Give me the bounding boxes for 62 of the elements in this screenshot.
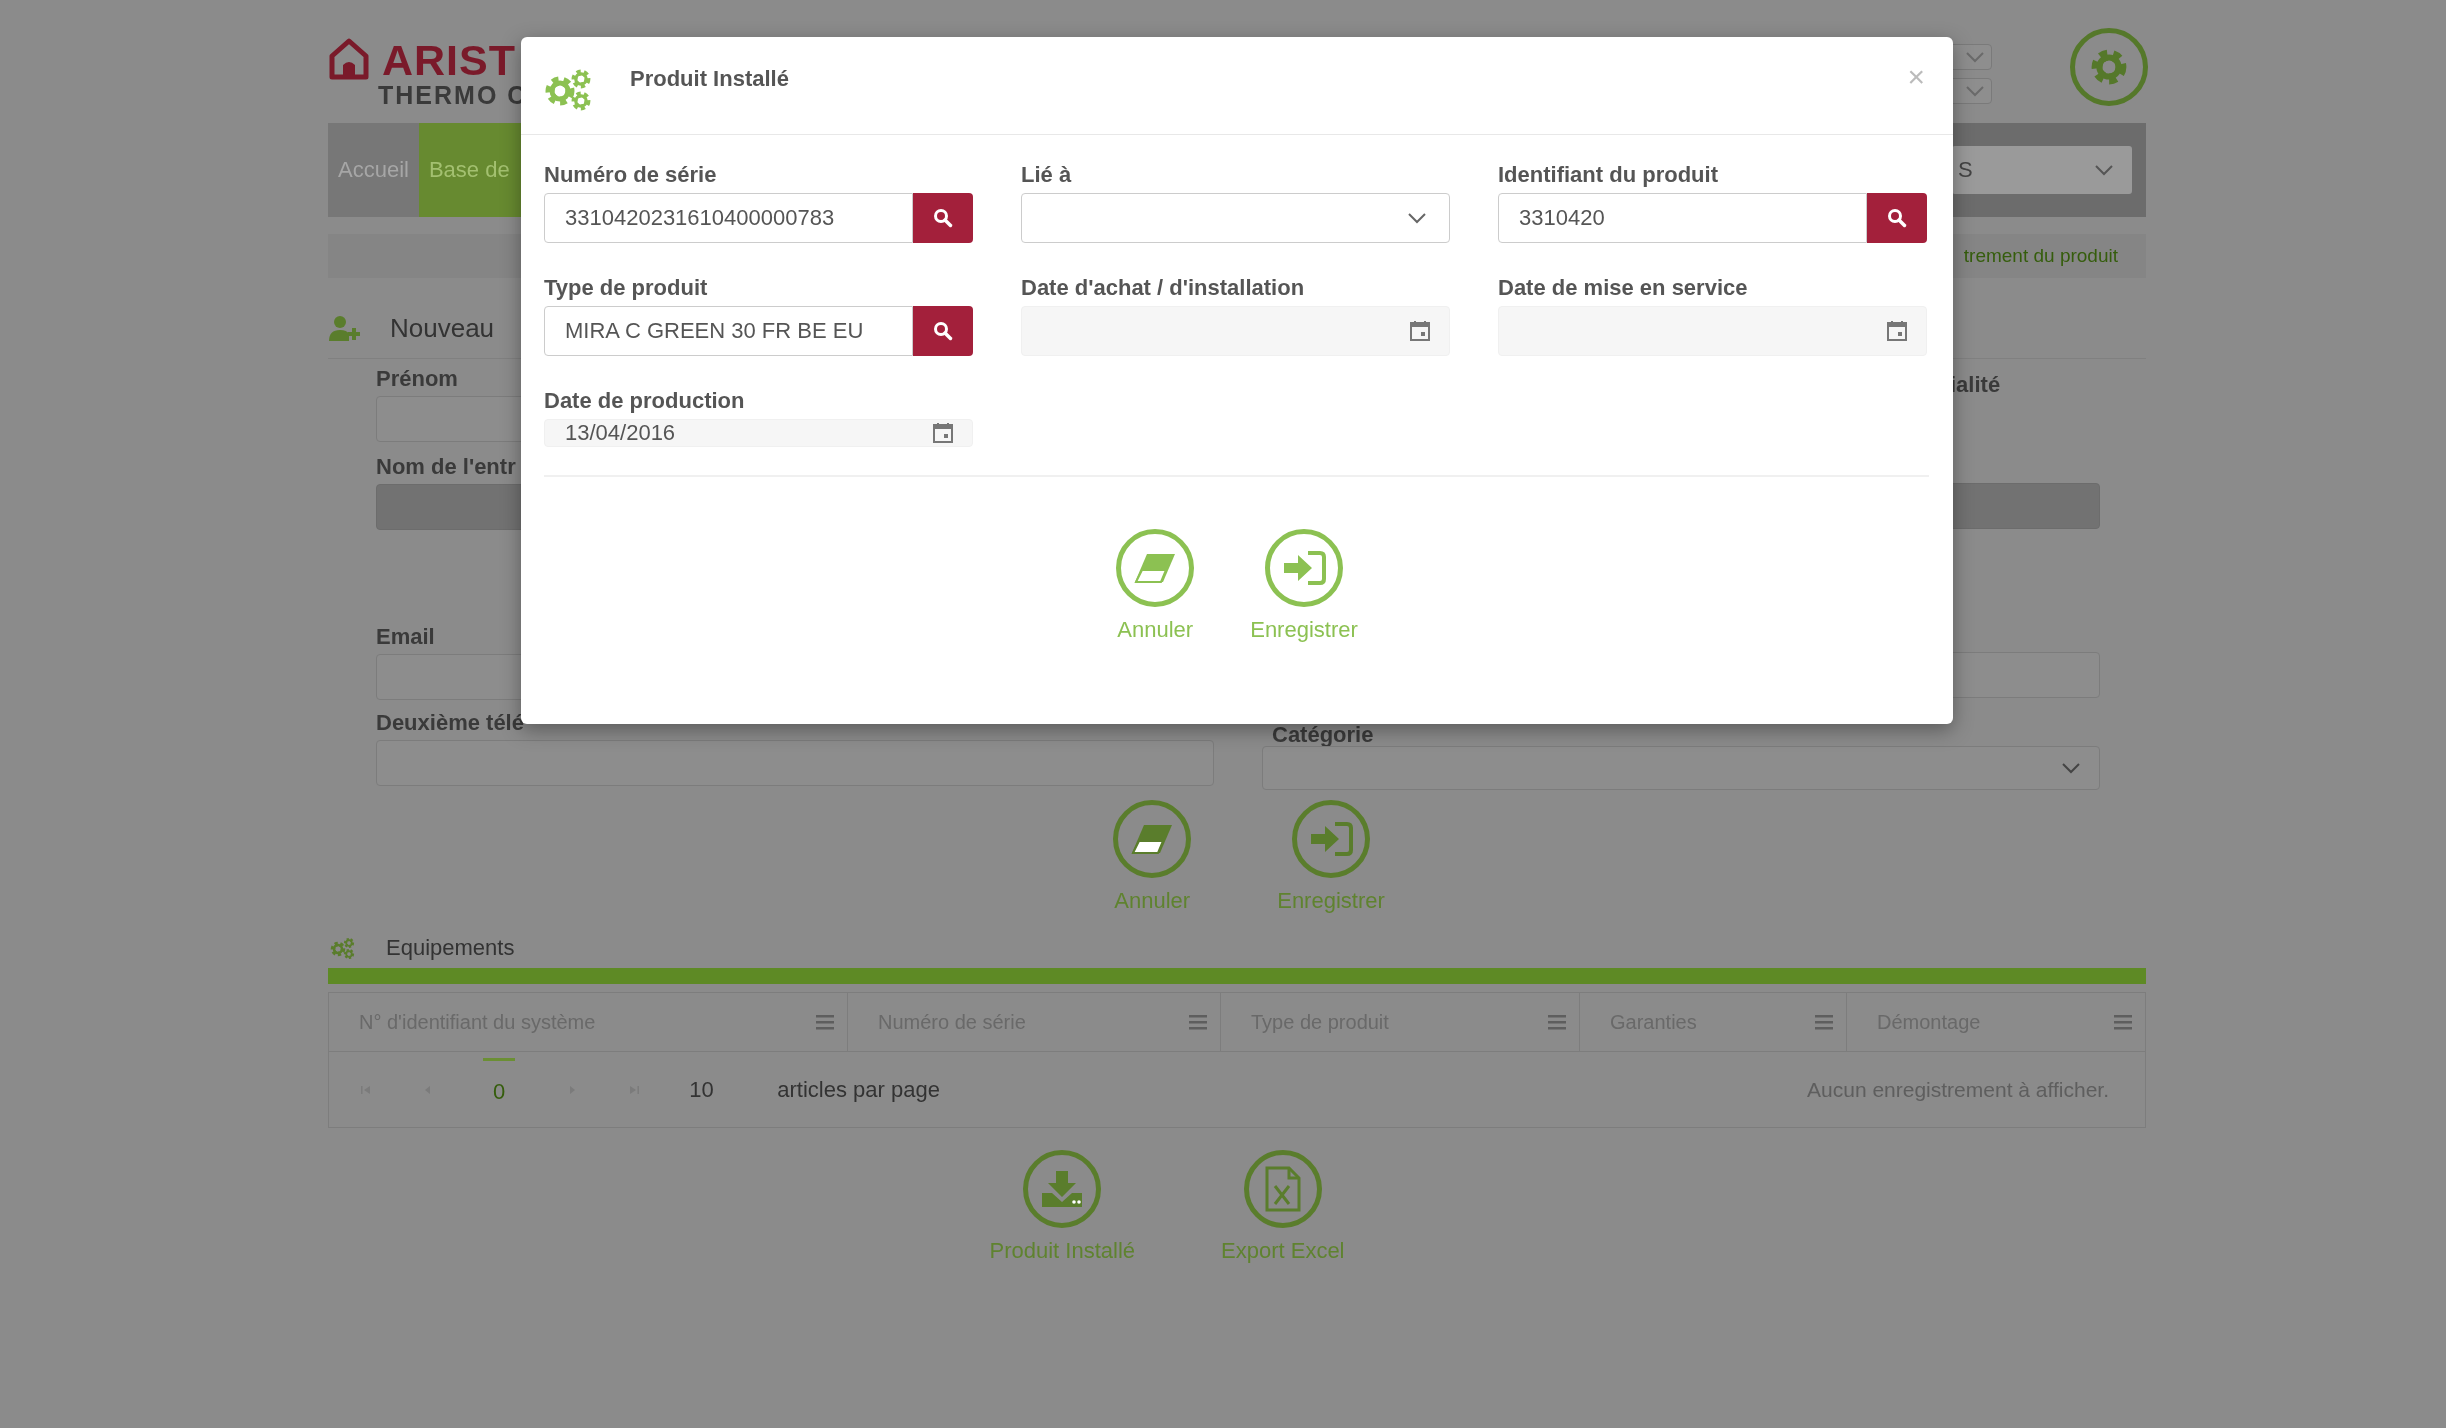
search-button[interactable]	[913, 306, 973, 356]
chevron-down-icon	[1965, 85, 1985, 97]
input-field[interactable]: 3310420231610400000783	[544, 193, 913, 243]
field-label: Lié à	[1021, 161, 1073, 189]
select-field[interactable]	[1021, 193, 1450, 243]
search-icon	[933, 208, 953, 228]
field-label: Date d'achat / d'installation	[1021, 274, 1306, 302]
page-size-label: articles par page	[777, 1076, 940, 1103]
download-button[interactable]: Produit Installé	[989, 1150, 1135, 1264]
settings-icon	[2089, 47, 2129, 87]
chevron-down-icon	[2094, 164, 2114, 176]
section-title: Nouveau	[390, 312, 495, 344]
search-icon	[933, 321, 953, 341]
save-button[interactable]: Enregistrer	[1277, 800, 1385, 914]
close-button[interactable]: ×	[1907, 59, 1925, 94]
field-label: Catégorie	[1271, 724, 1374, 746]
column-menu-icon[interactable]	[2113, 1014, 2133, 1030]
page-number[interactable]: 0	[483, 1058, 516, 1121]
field-label: Numéro de série	[544, 161, 718, 189]
field-label: Email	[376, 623, 435, 651]
register-link[interactable]: trement du produit	[1963, 245, 2118, 267]
date-field[interactable]	[1498, 306, 1927, 356]
input-field[interactable]: MIRA C GREEN 30 FR BE EU	[544, 306, 913, 356]
field-label: Nom de l'entr	[376, 453, 516, 481]
search-button[interactable]	[913, 193, 973, 243]
calendar-icon	[1409, 320, 1431, 342]
date-field[interactable]	[1021, 306, 1450, 356]
field-label: ialité	[1949, 371, 2001, 399]
section-title: Equipements	[386, 935, 515, 961]
column-menu-icon[interactable]	[1188, 1014, 1208, 1030]
field-label: Prénom	[376, 365, 458, 393]
page-size-select[interactable]: 10	[689, 1076, 730, 1103]
sign-in-icon	[1309, 821, 1353, 857]
column-menu-icon[interactable]	[1814, 1014, 1834, 1030]
settings-button[interactable]	[2070, 28, 2148, 106]
field-label: Deuxième télé	[376, 709, 524, 737]
search-button[interactable]	[1867, 193, 1927, 243]
date-field[interactable]: 13/04/2016	[544, 419, 973, 447]
logo-text: ARIST	[382, 38, 517, 82]
user-add-icon	[328, 314, 362, 342]
save-button[interactable]: Enregistrer	[1250, 529, 1358, 643]
nav-dropdown[interactable]: S	[1952, 146, 2132, 194]
download-icon	[1040, 1169, 1085, 1209]
input-field[interactable]: 3310420	[1498, 193, 1867, 243]
chevron-down-icon	[2061, 762, 2081, 774]
column-menu-icon[interactable]	[815, 1014, 835, 1030]
gears-icon	[330, 937, 356, 959]
sign-in-icon	[1282, 550, 1326, 586]
export-button[interactable]: Export Excel	[1221, 1150, 1345, 1264]
calendar-icon	[932, 422, 954, 444]
calendar-icon	[1886, 320, 1908, 342]
chevron-down-icon	[1965, 51, 1985, 63]
chevron-down-icon	[1407, 212, 1427, 224]
field-label: Date de production	[544, 387, 746, 415]
field-label: Identifiant du produit	[1498, 161, 1719, 189]
dialog-title: Produit Installé	[630, 65, 789, 92]
field-label: Type de produit	[544, 274, 709, 302]
column-menu-icon[interactable]	[1547, 1014, 1567, 1030]
field-label: Date de mise en service	[1498, 274, 1749, 302]
search-icon	[1887, 208, 1907, 228]
select-field[interactable]	[1262, 746, 2100, 790]
house-icon	[328, 38, 370, 80]
